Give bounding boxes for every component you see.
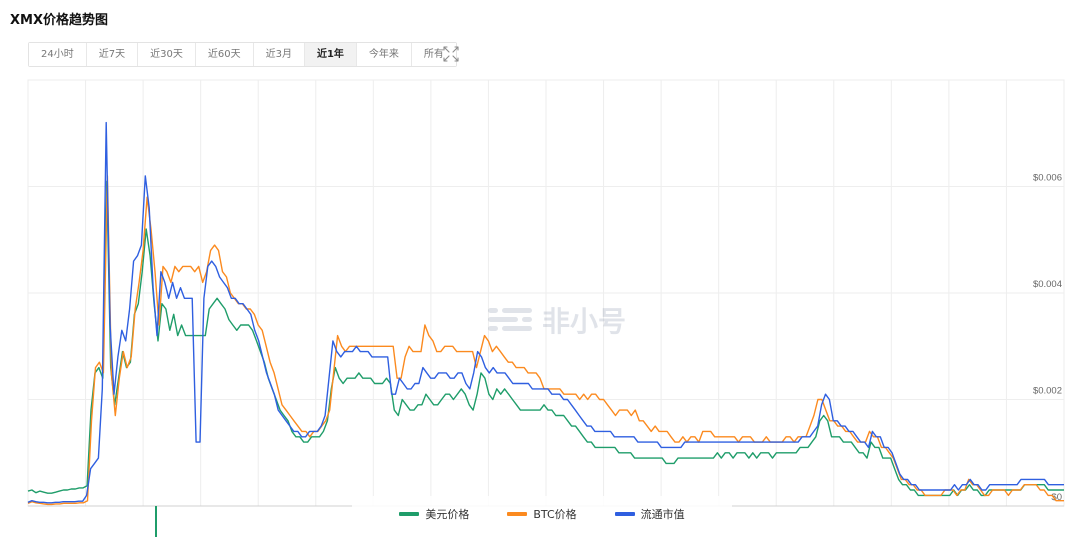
y-tick-label: $0.004	[1033, 279, 1062, 290]
page-title: XMX价格趋势图	[10, 13, 108, 28]
legend-label: BTC价格	[533, 508, 577, 521]
chart-legend: 美元价格 BTC价格 流通市值	[352, 496, 732, 537]
chart-canvas[interactable]: $0$0.002$0.004$0.006	[0, 78, 1080, 537]
range-tab-5[interactable]: 近1年	[304, 43, 357, 66]
range-tab-3[interactable]: 近60天	[195, 43, 254, 66]
legend-label: 流通市值	[640, 508, 685, 521]
range-tab-2[interactable]: 近30天	[138, 43, 196, 66]
y-tick-label: $0.002	[1033, 386, 1062, 397]
legend-label: 美元价格	[425, 508, 470, 521]
range-tab-4[interactable]: 近3月	[253, 43, 305, 66]
range-tab-0[interactable]: 24小时	[29, 43, 87, 66]
legend-item-usd[interactable]: 美元价格	[399, 506, 469, 522]
price-trend-chart[interactable]: $0 $0.002 $0.004 $0.006 非小号 美元价格 BTC价格 流通市值	[0, 78, 1080, 537]
range-tab-6[interactable]: 今年来	[356, 43, 412, 66]
legend-item-cap[interactable]: 流通市值	[614, 506, 685, 522]
y-tick-label: $0.006	[1033, 173, 1062, 184]
range-tab-1[interactable]: 近7天	[86, 43, 139, 66]
expand-arrows-icon[interactable]	[441, 44, 461, 64]
legend-swatch	[614, 512, 635, 516]
legend-swatch	[399, 512, 420, 516]
legend-swatch	[507, 512, 528, 516]
legend-item-btc[interactable]: BTC价格	[507, 506, 577, 522]
time-range-tabs: 24小时 近7天 近30天 近60天 近3月 近1年 今年来 所有	[28, 42, 457, 67]
